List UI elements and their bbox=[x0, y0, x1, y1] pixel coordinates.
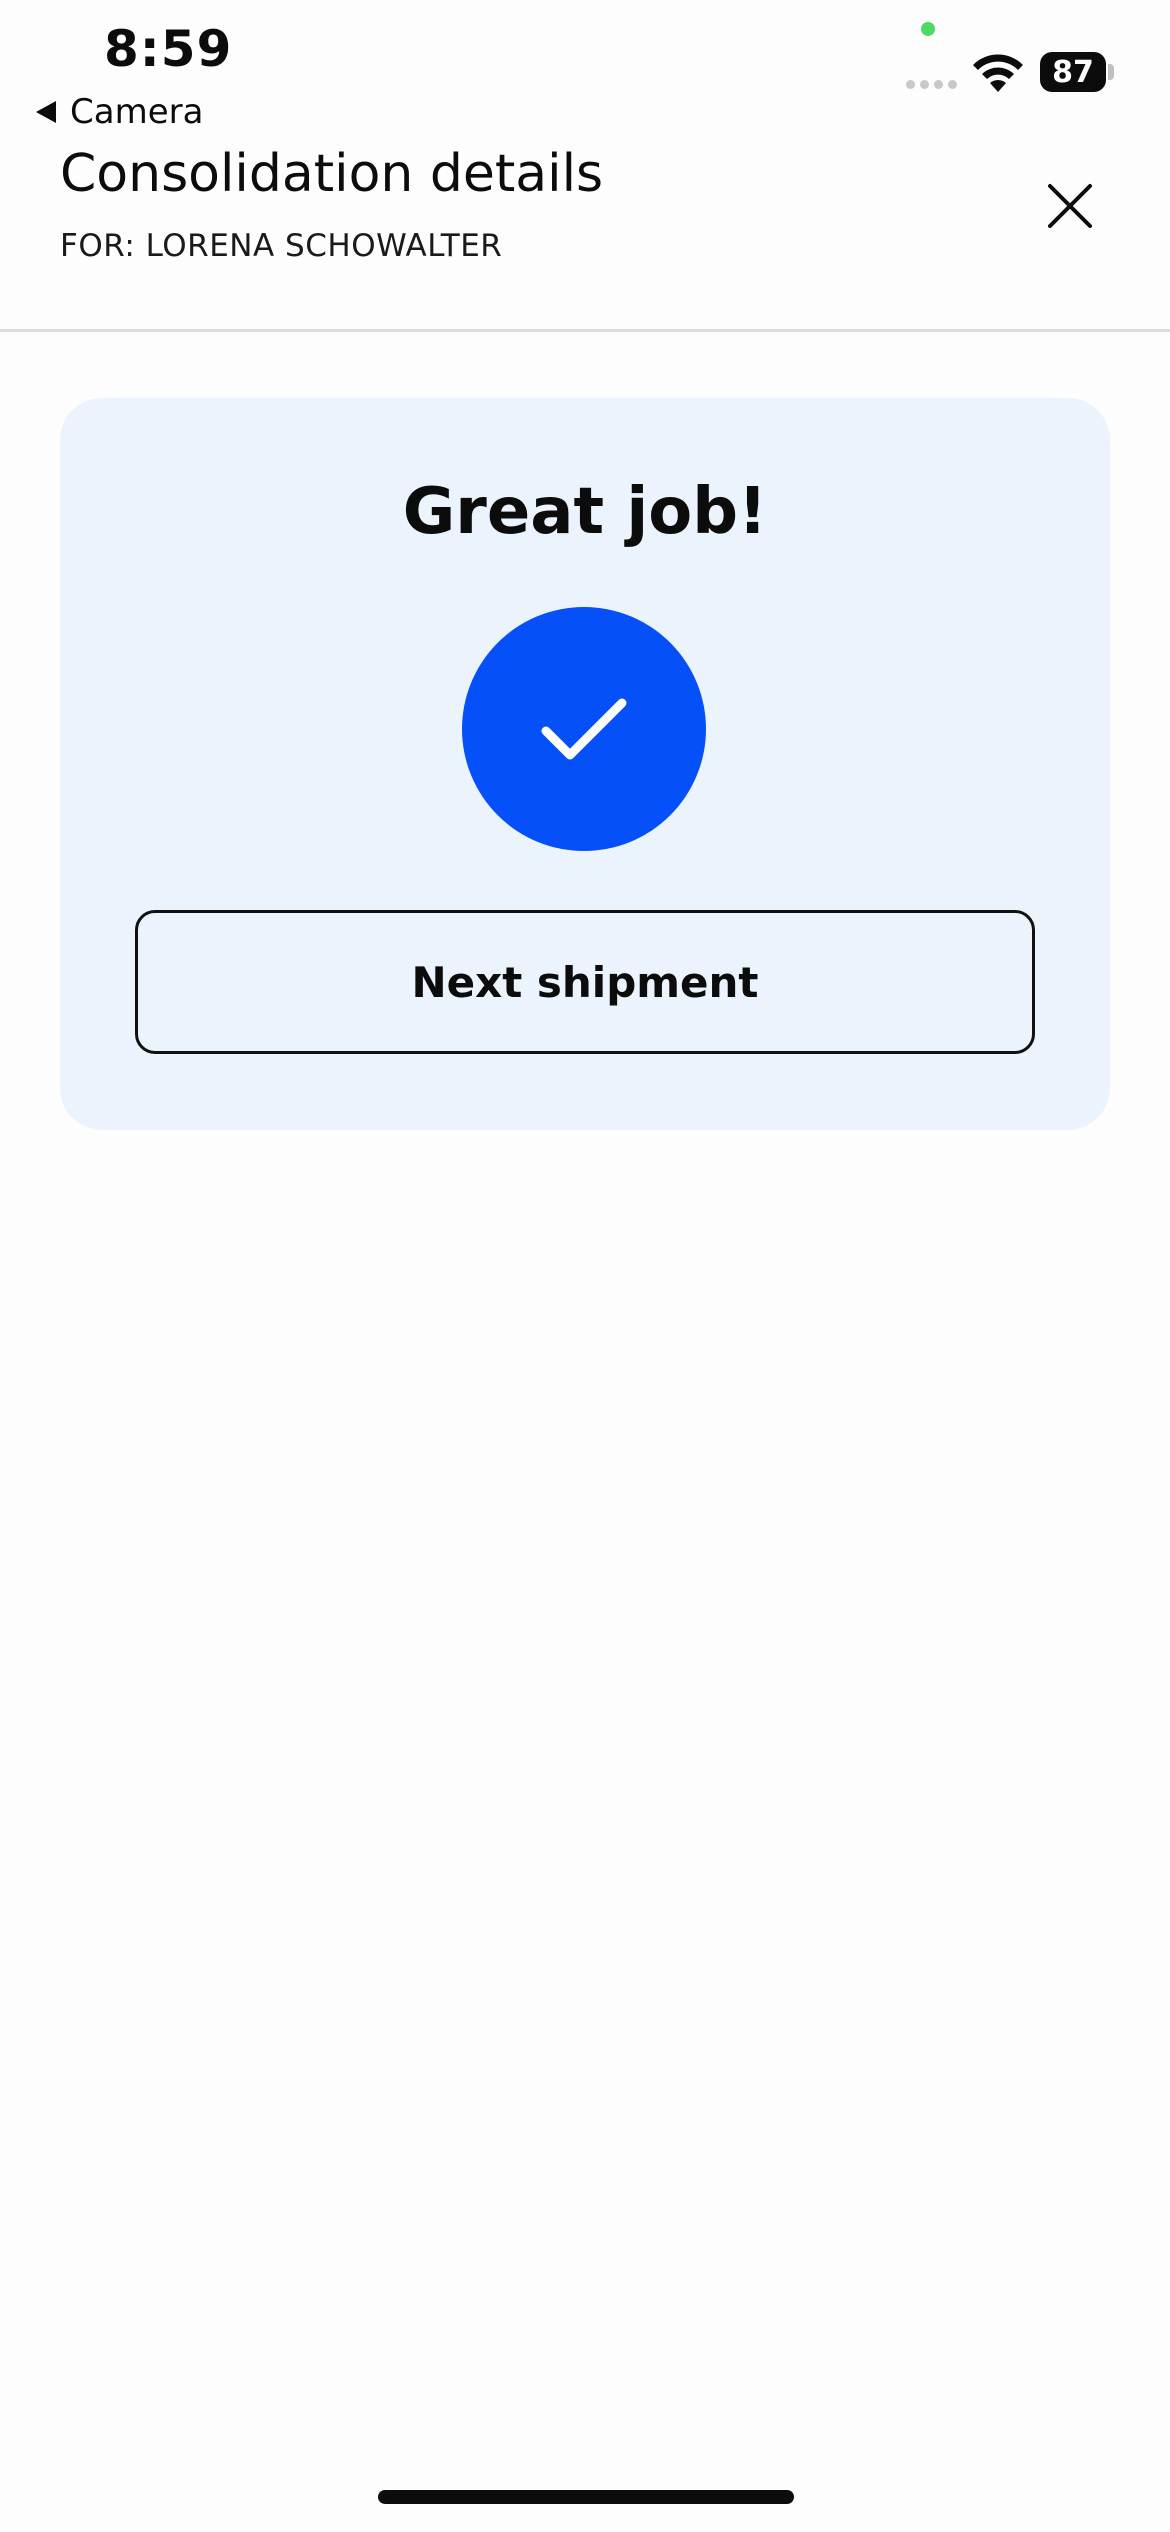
battery-level: 87 bbox=[1052, 54, 1094, 90]
page-title: Consolidation details bbox=[60, 144, 604, 204]
back-label: Camera bbox=[70, 92, 204, 132]
close-button[interactable] bbox=[1038, 174, 1102, 238]
checkmark-icon bbox=[541, 698, 627, 760]
customer-subtitle: FOR: LORENA SCHOWALTER bbox=[60, 228, 503, 264]
back-triangle-icon bbox=[36, 101, 56, 123]
battery-icon: 87 bbox=[1040, 52, 1106, 92]
privacy-indicator-dot bbox=[921, 22, 935, 36]
status-time: 8:59 bbox=[104, 20, 233, 78]
wifi-icon bbox=[973, 54, 1023, 92]
success-title: Great job! bbox=[402, 475, 768, 549]
status-bar: 8:59 87 bbox=[0, 0, 1170, 100]
next-shipment-button[interactable]: Next shipment bbox=[135, 910, 1035, 1054]
battery-tip bbox=[1108, 64, 1114, 80]
back-to-camera-link[interactable]: Camera bbox=[36, 88, 203, 136]
home-indicator[interactable] bbox=[378, 2490, 794, 2504]
success-check-circle bbox=[462, 607, 706, 851]
cellular-signal-icon bbox=[906, 80, 957, 89]
close-icon bbox=[1048, 184, 1092, 228]
